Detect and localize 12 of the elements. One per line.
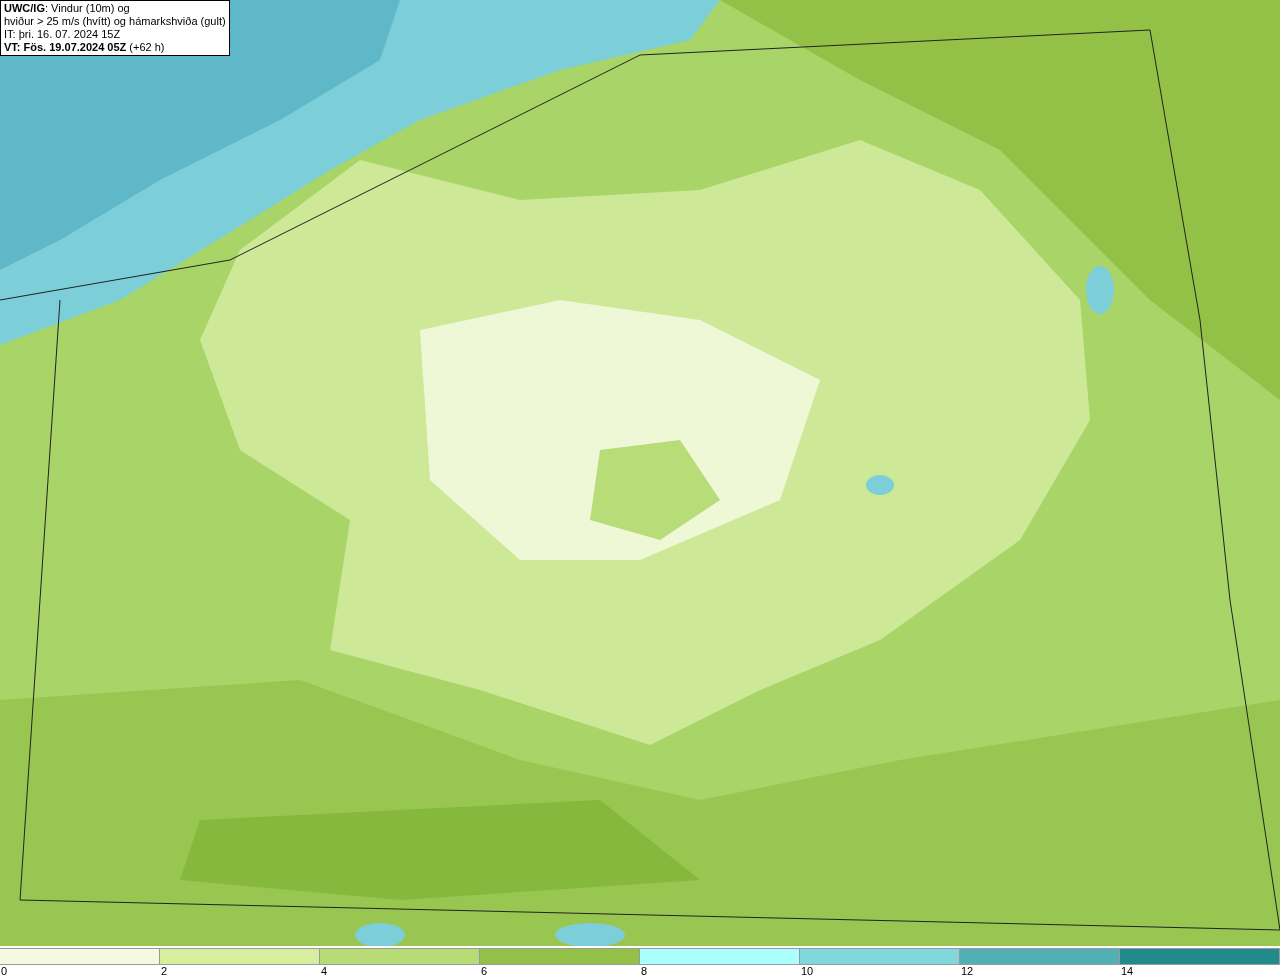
legend-label: 6: [481, 965, 488, 977]
info-line: hviður > 25 m/s (hvítt) og hámarkshviða (gult): [4, 15, 226, 28]
legend-label: 14: [1121, 965, 1134, 977]
legend-label: 0: [1, 965, 8, 977]
info-line: VT: Fös. 19.07.2024 05Z (+62 h): [4, 41, 166, 54]
info-line: IT: þri. 16. 07. 2024 15Z: [4, 28, 122, 41]
legend-label: 2: [161, 965, 168, 977]
legend-label: 4: [321, 965, 328, 977]
legend-label: 8: [641, 965, 648, 977]
info-line: UWC/IG: Vindur (10m) og: [4, 2, 131, 15]
legend-label: 12: [961, 965, 974, 977]
legend-label: 10: [801, 965, 814, 977]
